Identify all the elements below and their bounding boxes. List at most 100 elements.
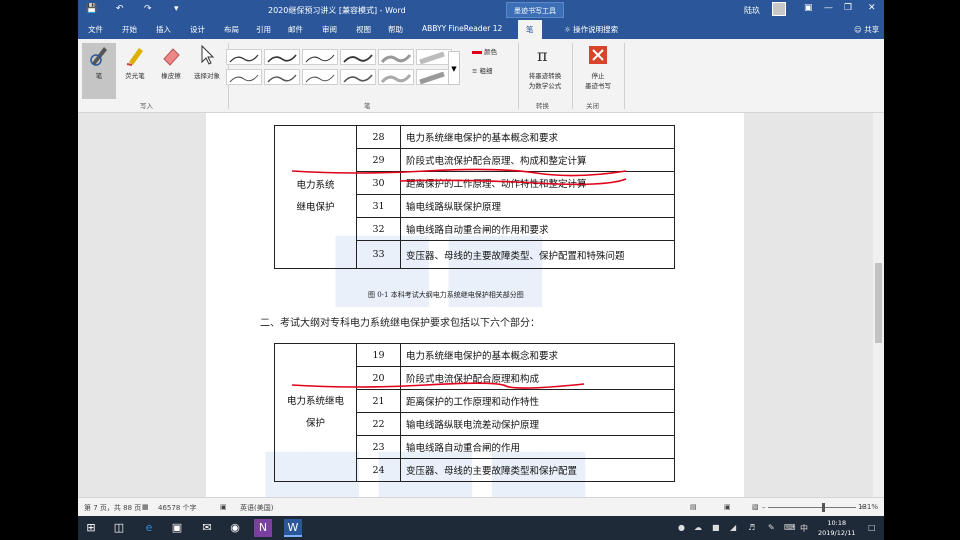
pen-tool-button[interactable]: 笔 [82,43,116,99]
stop-inking-button[interactable]: 停止 墨迹书写 [578,43,618,90]
eraser-tool-button[interactable]: 橡皮擦 [154,43,188,80]
pen-preset[interactable] [302,69,338,85]
ribbon-display-icon[interactable]: ▣ [804,3,813,13]
pen-preset[interactable] [378,69,414,85]
lightbulb-icon: ☼ [564,25,571,34]
edge-browser-icon[interactable]: e [140,519,158,537]
proofing-icon[interactable]: ▦ [142,503,149,511]
page-count[interactable]: 第 7 页，共 88 页 [84,503,141,513]
pen-preset[interactable] [340,69,376,85]
color-dropdown[interactable]: 颜色 [472,46,497,56]
read-mode-icon[interactable]: ▤ [690,503,697,511]
tab-home[interactable]: 开始 [122,24,137,35]
tab-insert[interactable]: 插入 [156,24,171,35]
close-icon[interactable]: ✕ [868,3,876,13]
select-objects-button[interactable]: 选择对象 [190,43,224,80]
store-icon[interactable]: ▣ [168,519,186,537]
save-icon[interactable]: 💾 [86,4,97,14]
pen-stroke-icon [419,51,445,65]
pen-stroke-icon [305,74,335,83]
ribbon: 笔 荧光笔 橡皮擦 选择对象 写入 ▼ 颜色 ≡ 粗细 笔 π 将墨迹转换 为数… [78,39,884,113]
notifications-icon[interactable]: □ [868,523,876,532]
divider [572,43,573,109]
tab-mailings[interactable]: 邮件 [288,24,303,35]
tray-app-icon[interactable]: ■ [712,523,720,532]
pen-preset[interactable] [264,49,300,65]
print-layout-icon[interactable]: ▣ [724,503,731,511]
pens-group-label: 笔 [364,102,371,110]
tab-view[interactable]: 视图 [356,24,371,35]
tab-help[interactable]: 帮助 [388,24,403,35]
zoom-slider[interactable] [768,507,856,508]
onenote-icon[interactable]: N [254,519,272,537]
language[interactable]: 英语(美国) [240,503,273,513]
pen-gallery-more-button[interactable]: ▼ [448,51,460,85]
document-page[interactable]: ██ ██ ██ ██ ██ 电力系统 继电保护 28 电力系统继电保护的基本概… [206,113,744,497]
maximize-icon[interactable]: ❐ [844,3,852,13]
macro-icon[interactable]: ▣ [220,503,227,511]
tab-design[interactable]: 设计 [190,24,205,35]
context-tab-label: 墨迹书写工具 [506,2,564,18]
ink-annotations[interactable] [206,113,744,497]
ink-underline [291,168,627,177]
chevron-down-icon: ▼ [451,65,457,73]
undo-icon[interactable]: ↶ [116,4,124,14]
tell-me-label: 操作说明搜索 [573,25,619,34]
pen-preset[interactable] [264,69,300,85]
vertical-scrollbar[interactable] [873,113,884,497]
tab-pen[interactable]: 笔 [518,20,542,39]
color-label: 颜色 [484,48,498,56]
pen-preset[interactable] [416,69,452,85]
person-icon: ☺ [854,25,862,34]
word-app-icon[interactable]: W [284,519,302,537]
zoom-slider-thumb[interactable] [822,503,825,512]
keyboard-icon[interactable]: ⌨ [784,523,796,532]
cloud-icon[interactable]: ☁ [694,523,702,532]
zoom-out-icon[interactable]: – [762,503,766,511]
word-count[interactable]: 46578 个字 [158,503,197,513]
zoom-level[interactable]: 131% [858,503,878,511]
pen-preset[interactable] [226,69,262,85]
clock-time: 10:18 [827,519,847,527]
web-layout-icon[interactable]: ▧ [752,503,759,511]
pen-stroke-icon [380,74,412,84]
network-icon[interactable]: ◢ [730,523,736,532]
highlighter-tool-button[interactable]: 荧光笔 [118,43,152,80]
tab-review[interactable]: 审阅 [322,24,337,35]
pen-preset[interactable] [378,49,414,65]
thickness-dropdown[interactable]: ≡ 粗细 [472,65,493,75]
avatar[interactable] [772,2,786,16]
pen-preset[interactable] [226,49,262,65]
tell-me-search[interactable]: ☼ 操作说明搜索 [564,24,618,35]
pen-gallery [224,47,452,87]
pen-workspace-icon[interactable]: ✎ [768,523,775,532]
tab-abbyy[interactable]: ABBYY FineReader 12 [422,24,502,33]
window-title: 2020继保预习讲义 [兼容模式] - Word [268,6,406,15]
close-group-label: 关闭 [586,102,599,110]
user-name[interactable]: 陆玖 [744,5,760,16]
tab-references[interactable]: 引用 [256,24,271,35]
pen-stroke-icon [343,74,373,83]
scrollbar-thumb[interactable] [875,263,882,343]
volume-icon[interactable]: ♬ [748,523,755,532]
pen-preset[interactable] [302,49,338,65]
customize-quick-access-icon[interactable]: ▾ [174,4,179,14]
windows-start-icon[interactable]: ⊞ [82,519,100,537]
ink-to-math-button[interactable]: π 将墨迹转换 为数学公式 [522,43,568,90]
tab-layout[interactable]: 布局 [224,24,239,35]
system-clock[interactable]: 10:18 2019/12/11 [818,518,855,538]
color-swatch-icon [472,50,482,54]
minimize-icon[interactable]: — [824,3,833,13]
share-label: 共享 [864,25,880,34]
pen-preset[interactable] [416,49,452,65]
ime-indicator[interactable]: 中 [800,523,808,534]
select-objects-label: 选择对象 [194,72,220,80]
mail-icon[interactable]: ✉ [198,519,216,537]
pen-preset[interactable] [340,49,376,65]
redo-icon[interactable]: ↷ [144,4,152,14]
wechat-icon[interactable]: ● [678,523,685,532]
camera-icon[interactable]: ◉ [226,519,244,537]
share-button[interactable]: ☺ 共享 [854,24,879,35]
tab-file[interactable]: 文件 [88,24,103,35]
task-view-icon[interactable]: ◫ [110,519,128,537]
